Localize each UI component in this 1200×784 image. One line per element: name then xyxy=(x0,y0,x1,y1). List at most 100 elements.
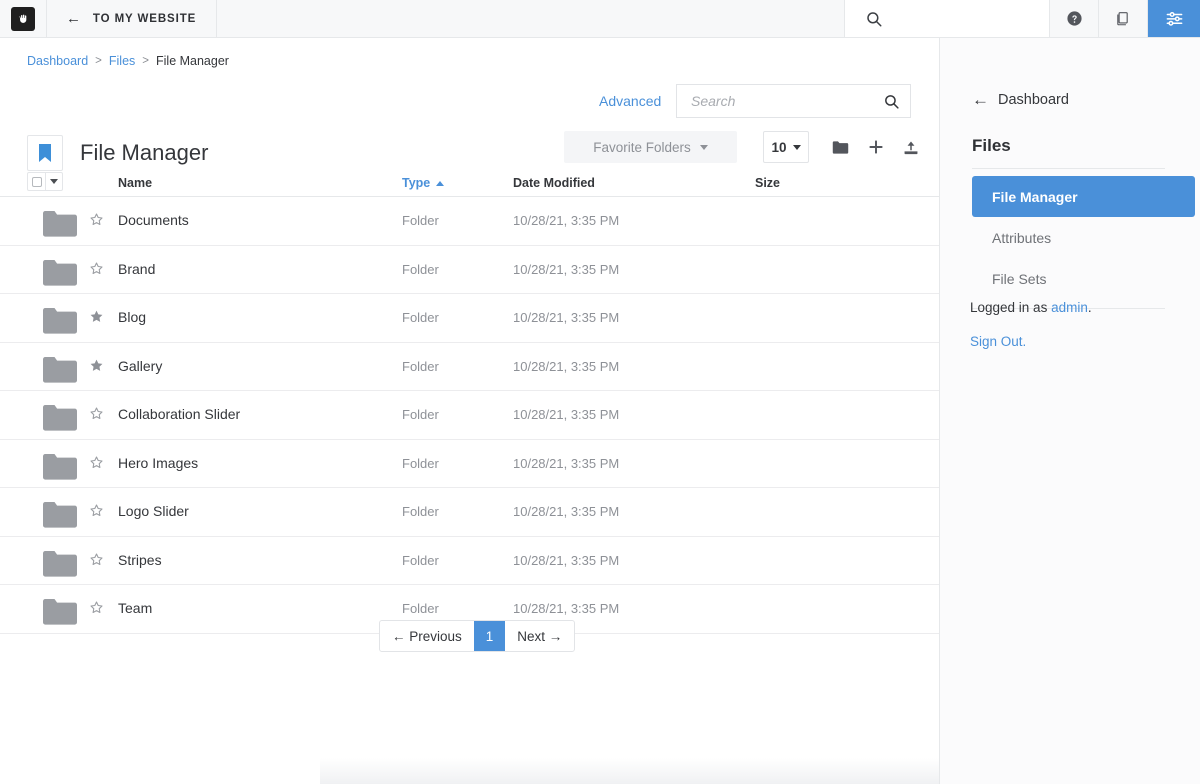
pagination-next[interactable]: Next → xyxy=(505,621,574,651)
advanced-search-link[interactable]: Advanced xyxy=(599,93,661,109)
search-icon xyxy=(867,11,882,26)
table-row[interactable]: Logo Slider Folder 10/28/21, 3:35 PM xyxy=(0,488,939,537)
new-folder-button[interactable] xyxy=(828,134,853,160)
panel-divider-top xyxy=(972,168,1165,169)
chevron-down-icon xyxy=(50,179,58,184)
file-name[interactable]: Logo Slider xyxy=(118,503,189,519)
sliders-settings-icon xyxy=(1166,12,1182,26)
folder-icon xyxy=(43,356,77,388)
file-name[interactable]: Documents xyxy=(118,212,189,228)
chevron-down-icon xyxy=(699,144,708,150)
file-search-input[interactable] xyxy=(677,85,879,117)
favorite-star-icon[interactable] xyxy=(89,406,104,426)
favorite-star-icon[interactable] xyxy=(89,358,104,378)
bookmark-button[interactable] xyxy=(27,134,63,171)
pagination-previous[interactable]: ← Previous xyxy=(380,621,474,651)
folder-icon xyxy=(43,211,77,242)
favorite-star-icon[interactable] xyxy=(89,600,104,620)
panel-item-attributes[interactable]: Attributes xyxy=(972,217,1195,258)
chevron-down-icon xyxy=(792,144,801,150)
per-page-select[interactable]: 10 xyxy=(763,131,809,163)
concrete-cms-logo[interactable] xyxy=(0,0,47,37)
column-header-size[interactable]: Size xyxy=(755,176,780,190)
favorite-star-icon[interactable] xyxy=(89,552,104,572)
file-date-modified: 10/28/21, 3:35 PM xyxy=(513,407,620,422)
panel-item-label: File Sets xyxy=(992,270,1047,287)
panel-item-label: File Manager xyxy=(992,188,1078,205)
folder-icon xyxy=(43,502,77,533)
dashboard-side-panel: ← Dashboard Files File Manager Attributes… xyxy=(939,38,1200,784)
add-file-button[interactable] xyxy=(863,134,888,160)
folder-icon xyxy=(832,140,849,154)
column-header-date-modified[interactable]: Date Modified xyxy=(513,176,595,190)
file-name[interactable]: Hero Images xyxy=(118,455,198,471)
file-date-modified: 10/28/21, 3:35 PM xyxy=(513,213,620,228)
table-body: Documents Folder 10/28/21, 3:35 PM Brand Fol… xyxy=(0,197,939,634)
file-name[interactable]: Collaboration Slider xyxy=(118,406,240,422)
plus-icon xyxy=(868,140,883,154)
breadcrumb-separator: > xyxy=(142,55,149,67)
file-name[interactable]: Brand xyxy=(118,261,155,277)
favorite-folders-dropdown[interactable]: Favorite Folders xyxy=(564,131,737,163)
select-all-group[interactable] xyxy=(27,172,63,191)
file-date-modified: 10/28/21, 3:35 PM xyxy=(513,310,620,325)
column-header-type[interactable]: Type xyxy=(402,176,445,190)
table-row[interactable]: Hero Images Folder 10/28/21, 3:35 PM xyxy=(0,439,939,488)
file-type: Folder xyxy=(402,552,439,568)
sort-ascending-icon xyxy=(436,180,445,186)
favorite-star-icon[interactable] xyxy=(89,309,104,329)
column-header-name[interactable]: Name xyxy=(118,176,152,190)
file-date-modified: 10/28/21, 3:35 PM xyxy=(513,455,620,471)
breadcrumb-separator: > xyxy=(95,55,102,67)
select-all-checkbox[interactable] xyxy=(28,173,46,190)
breadcrumb-item-dashboard[interactable]: Dashboard xyxy=(27,54,88,68)
panel-item-label: Attributes xyxy=(992,229,1052,246)
upload-file-button[interactable] xyxy=(898,134,923,160)
select-all-dropdown[interactable] xyxy=(46,173,62,190)
table-row[interactable]: Brand Folder 10/28/21, 3:35 PM xyxy=(0,245,939,294)
help-button[interactable] xyxy=(1050,0,1099,37)
to-my-website-button[interactable]: ← TO MY WEBSITE xyxy=(47,0,218,37)
panel-item-file-manager[interactable]: File Manager xyxy=(972,176,1195,217)
file-name[interactable]: Team xyxy=(118,600,152,616)
upload-icon xyxy=(904,141,917,154)
file-name[interactable]: Stripes xyxy=(118,552,162,568)
sign-out-link[interactable]: Sign Out. xyxy=(970,334,1026,349)
back-to-dashboard-link[interactable]: ← Dashboard xyxy=(972,91,1069,108)
table-row[interactable]: Collaboration Slider Folder 10/28/21, 3:35… xyxy=(0,391,939,440)
top-toolbar: ← TO MY WEBSITE xyxy=(0,0,1200,38)
clipboard-button[interactable] xyxy=(1099,0,1148,37)
table-row[interactable]: Documents Folder 10/28/21, 3:35 PM xyxy=(0,197,939,246)
logged-in-suffix: . xyxy=(1087,300,1092,315)
favorite-star-icon[interactable] xyxy=(89,261,104,281)
global-search-input[interactable] xyxy=(845,0,1050,37)
file-date-modified: 10/28/21, 3:35 PM xyxy=(513,261,620,277)
favorite-star-icon[interactable] xyxy=(89,455,104,475)
favorite-star-icon[interactable] xyxy=(89,503,104,523)
file-search-box[interactable] xyxy=(676,84,911,118)
dashboard-settings-button[interactable] xyxy=(1148,0,1200,37)
file-date-modified: 10/28/21, 3:35 PM xyxy=(513,552,620,568)
table-row[interactable]: Gallery Folder 10/28/21, 3:35 PM xyxy=(0,342,939,391)
folder-icon xyxy=(43,453,77,485)
file-type: Folder xyxy=(402,601,439,616)
arrow-left-icon: ← xyxy=(66,10,82,27)
top-toolbar-spacer xyxy=(217,0,845,37)
file-type: Folder xyxy=(402,358,439,374)
table-row[interactable]: Stripes Folder 10/28/21, 3:35 PM xyxy=(0,536,939,585)
file-type: Folder xyxy=(402,504,439,519)
pagination: ← Previous 1 Next → xyxy=(379,620,576,652)
file-actions xyxy=(828,134,923,160)
search-submit-button[interactable] xyxy=(879,93,912,110)
file-name[interactable]: Blog xyxy=(118,309,146,325)
logged-in-user-link[interactable]: admin xyxy=(1051,300,1088,315)
panel-item-file-sets[interactable]: File Sets xyxy=(972,258,1195,299)
pagination-page-1[interactable]: 1 xyxy=(473,621,506,651)
file-type: Folder xyxy=(402,455,439,471)
table-row[interactable]: Blog Folder 10/28/21, 3:35 PM xyxy=(0,294,939,343)
file-name[interactable]: Gallery xyxy=(118,358,162,374)
table-header-row: Name Type Date Modified Size xyxy=(0,169,939,197)
folder-icon xyxy=(43,259,77,291)
favorite-star-icon[interactable] xyxy=(89,212,104,232)
breadcrumb-item-files[interactable]: Files xyxy=(109,54,135,68)
